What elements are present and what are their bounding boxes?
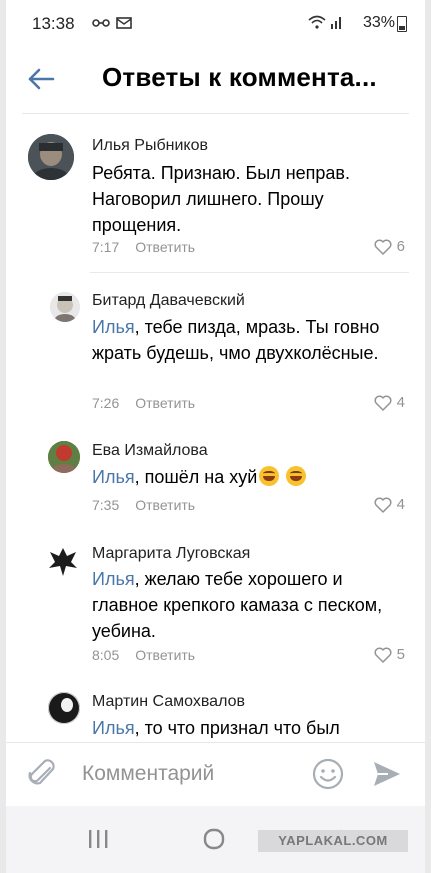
mention-link[interactable]: Илья — [92, 467, 135, 487]
comment-meta: 7:26 Ответить — [92, 395, 195, 411]
comment-divider — [90, 272, 409, 273]
comment-item: Мартин Самохвалов Илья, то что признал ч… — [6, 692, 425, 742]
watermark: YAPLAKAL.COM — [258, 830, 408, 852]
like-count: 4 — [396, 394, 405, 411]
avatar[interactable] — [50, 292, 80, 322]
comment-text: Ребята. Признаю. Был неправ. Наговорил л… — [92, 160, 392, 238]
mail-icon — [116, 17, 132, 29]
top-bar: Ответы к коммента... — [6, 52, 425, 108]
reply-button[interactable]: Ответить — [135, 239, 195, 255]
header-divider — [22, 113, 409, 114]
back-arrow-icon[interactable] — [26, 64, 56, 94]
avatar[interactable] — [28, 134, 74, 180]
send-icon[interactable] — [372, 760, 402, 788]
comment-body: , тебе пизда, мразь. Ты говно жрать буде… — [92, 317, 380, 363]
mention-link[interactable]: Илья — [92, 718, 135, 738]
like-button[interactable]: 4 — [374, 394, 405, 411]
page-title: Ответы к коммента... — [102, 62, 377, 92]
signal-icon — [331, 17, 341, 29]
comment-input[interactable] — [80, 761, 304, 787]
comment-meta: 7:35 Ответить — [92, 497, 195, 513]
home-icon[interactable] — [202, 827, 226, 851]
heart-icon — [374, 395, 392, 411]
phone-screen: 13:38 33% Ответы к коммента... Илья Рыбн… — [6, 0, 425, 873]
key-icon — [92, 19, 110, 27]
laughing-emoji-icon — [259, 466, 280, 486]
comment-author[interactable]: Битард Давачевский — [92, 292, 245, 310]
reply-button[interactable]: Ответить — [135, 395, 195, 411]
laughing-emoji-icon — [286, 466, 307, 486]
avatar[interactable] — [46, 544, 80, 578]
comment-time: 8:05 — [92, 647, 120, 663]
heart-icon — [374, 239, 392, 255]
avatar[interactable] — [48, 441, 80, 473]
comment-body: , то что признал что был — [134, 718, 340, 738]
comment-item: Битард Давачевский Илья, тебе пизда, мра… — [6, 292, 425, 422]
comment-body: , пошёл на хуй — [134, 467, 258, 487]
comment-text: Илья, желаю тебе хорошего и главное креп… — [92, 566, 392, 644]
paperclip-icon[interactable] — [28, 758, 58, 790]
mention-link[interactable]: Илья — [92, 317, 135, 337]
mention-link[interactable]: Илья — [92, 569, 135, 589]
like-count: 5 — [396, 646, 405, 663]
battery-icon — [397, 16, 407, 32]
heart-icon — [374, 497, 392, 513]
like-count: 4 — [396, 496, 405, 513]
comment-composer — [6, 742, 425, 805]
heart-icon — [374, 647, 392, 663]
like-button[interactable]: 6 — [374, 238, 405, 255]
reply-button[interactable]: Ответить — [135, 497, 195, 513]
comment-author[interactable]: Маргарита Луговская — [92, 545, 250, 563]
comment-meta: 7:17 Ответить — [92, 239, 195, 255]
battery-level: 33% — [362, 14, 395, 31]
comment-text: Илья, то что признал что был — [92, 715, 392, 741]
comment-author[interactable]: Ева Измайлова — [92, 442, 208, 460]
comment-item: Маргарита Луговская Илья, желаю тебе хор… — [6, 544, 425, 674]
comment-time: 7:17 — [92, 239, 120, 255]
status-time: 13:38 — [32, 14, 75, 33]
wifi-icon — [308, 15, 326, 29]
comment-author[interactable]: Илья Рыбников — [92, 137, 208, 155]
comment-meta: 8:05 Ответить — [92, 647, 195, 663]
avatar[interactable] — [48, 692, 80, 724]
comment-time: 7:26 — [92, 395, 120, 411]
comment-body: Ребята. Признаю. Был неправ. Наговорил л… — [92, 163, 350, 235]
comment-item: Илья Рыбников Ребята. Признаю. Был непра… — [6, 134, 425, 266]
recent-apps-icon[interactable] — [86, 828, 110, 850]
comment-item: Ева Измайлова Илья, пошёл на хуй 7:35 Отв… — [6, 441, 425, 521]
like-button[interactable]: 4 — [374, 496, 405, 513]
smile-icon[interactable] — [312, 758, 344, 790]
like-button[interactable]: 5 — [374, 646, 405, 663]
comment-time: 7:35 — [92, 497, 120, 513]
status-bar: 13:38 33% — [6, 0, 425, 48]
reply-button[interactable]: Ответить — [135, 647, 195, 663]
comment-text: Илья, тебе пизда, мразь. Ты говно жрать … — [92, 314, 392, 366]
like-count: 6 — [396, 238, 405, 255]
comment-text: Илья, пошёл на хуй — [92, 464, 392, 490]
comment-author[interactable]: Мартин Самохвалов — [92, 693, 245, 711]
comment-body: , желаю тебе хорошего и главное крепкого… — [92, 569, 383, 641]
